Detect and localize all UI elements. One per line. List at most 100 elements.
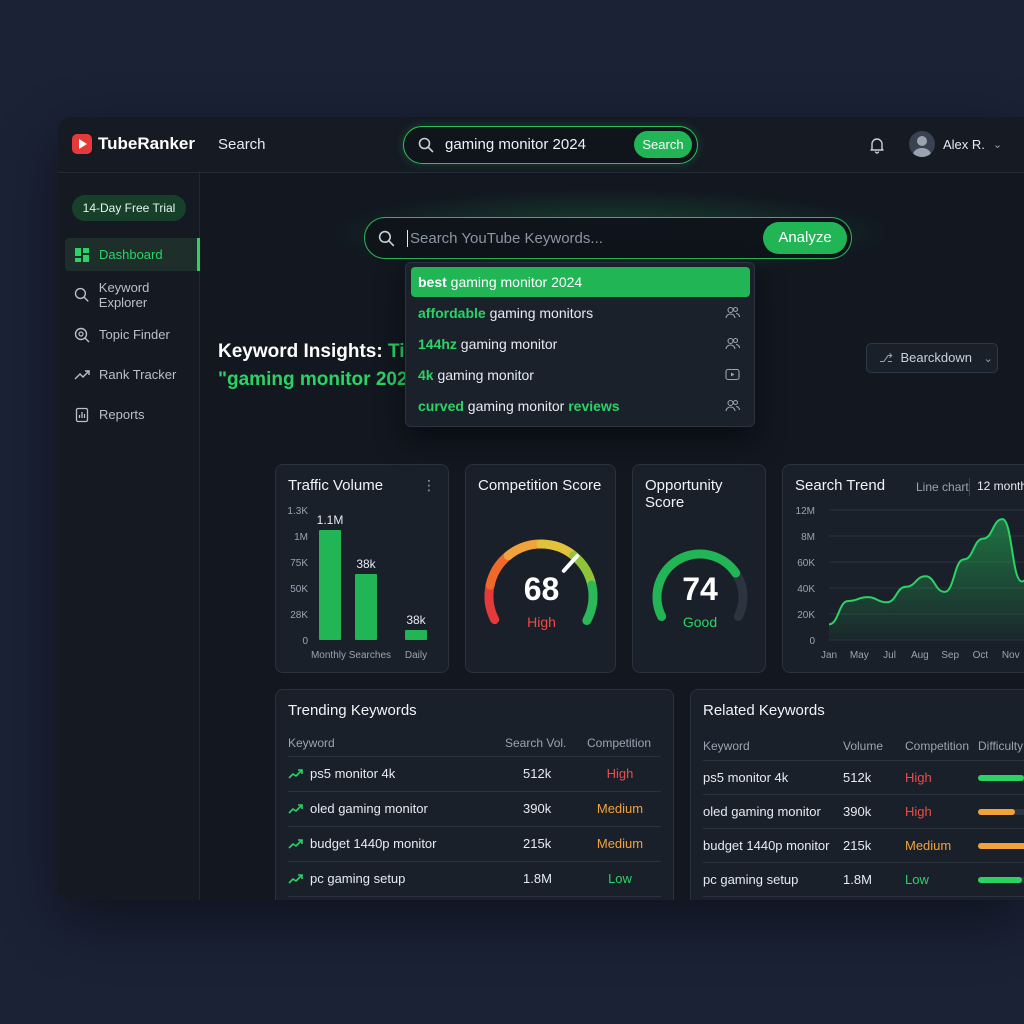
- table-row[interactable]: budget 1440p monitor 215k Medium: [691, 829, 1024, 862]
- keyword-search-input[interactable]: Search YouTube Keywords...: [407, 230, 603, 247]
- table-row[interactable]: ps5 monitor 4k 512k High: [276, 757, 675, 791]
- suggestion-highlight: curved: [418, 398, 464, 414]
- column-header[interactable]: Search Vol.: [505, 736, 566, 750]
- x-tick-label: Daily: [405, 650, 427, 661]
- column-header[interactable]: Competition: [905, 739, 969, 753]
- trend-up-icon: [288, 874, 303, 884]
- column-header[interactable]: Difficulty: [978, 739, 1023, 753]
- top-search-input[interactable]: gaming monitor 2024: [445, 136, 586, 153]
- search-trend-card: Search Trend Line chart 12 months ⌄ 12M8…: [782, 464, 1024, 673]
- user-name: Alex R.: [943, 136, 985, 152]
- breakdown-dropdown[interactable]: ⎇ Bearckdown ⌄: [866, 343, 998, 373]
- chevron-down-icon: ⌄: [983, 353, 993, 365]
- bar: [405, 630, 427, 640]
- card-title: Trending Keywords: [288, 702, 417, 719]
- search-icon: [74, 287, 89, 302]
- column-header[interactable]: Volume: [843, 739, 883, 753]
- table-row[interactable]: monitors for xbox series x330kHigh: [276, 897, 675, 900]
- competition-cell: High: [905, 770, 932, 785]
- suggestion-item[interactable]: affordable gaming monitors: [411, 298, 750, 328]
- page-title-accent: Ti: [387, 341, 405, 362]
- trial-badge[interactable]: 14-Day Free Trial: [72, 195, 186, 221]
- y-tick-label: 40K: [797, 584, 815, 595]
- suggestion-text: gaming monitor: [433, 367, 534, 383]
- table-row[interactable]: pc gaming setup 1.8M Low: [691, 863, 1024, 896]
- analyze-button[interactable]: Analyze: [763, 222, 847, 254]
- suggestion-item[interactable]: 144hz gaming monitor: [411, 329, 750, 359]
- keyword-cell[interactable]: ps5 monitor 4k: [703, 770, 788, 785]
- page-title-text: Keyword Insights:: [218, 341, 388, 362]
- trend-area: [829, 519, 1024, 640]
- y-tick-label: 50K: [290, 584, 308, 595]
- keyword-cell[interactable]: pc gaming setup: [310, 871, 405, 886]
- sidebar-item-label: Rank Tracker: [99, 367, 177, 382]
- sidebar-item-topic-finder[interactable]: Topic Finder: [65, 318, 200, 351]
- x-tick-label: Oct: [973, 650, 989, 661]
- volume-cell: 1.8M: [843, 872, 872, 887]
- table-row[interactable]: budget 1440p monitor 215k Medium: [276, 827, 675, 861]
- trend-up-icon: [288, 839, 303, 849]
- table-row[interactable]: oled gaming monitor 390k High: [691, 795, 1024, 828]
- sidebar-item-rank-tracker[interactable]: Rank Tracker: [65, 358, 200, 391]
- opportunity-gauge: [652, 549, 748, 622]
- top-search-button[interactable]: Search: [634, 131, 692, 158]
- gauge-label: High: [527, 614, 556, 630]
- sidebar-item-reports[interactable]: Reports: [65, 398, 200, 431]
- table-row[interactable]: ps5 monitor 4k 512k High: [691, 761, 1024, 794]
- keyword-search-bar[interactable]: Search YouTube Keywords... Analyze: [364, 217, 852, 259]
- x-tick-label: Jul: [883, 650, 896, 661]
- table-row[interactable]: monitors for xbox330kHigh: [691, 897, 1024, 900]
- difficulty-fill: [978, 877, 1023, 883]
- table-row[interactable]: pc gaming setup 1.8M Low: [276, 862, 675, 896]
- keyword-cell[interactable]: oled gaming monitor: [703, 804, 821, 819]
- competition-cell: Medium: [596, 801, 644, 816]
- suggestion-item[interactable]: 4k gaming monitor: [411, 360, 750, 390]
- bell-icon[interactable]: [868, 136, 886, 154]
- competition-gauge: [484, 539, 598, 626]
- keyword-cell[interactable]: budget 1440p monitor: [310, 836, 436, 851]
- column-header[interactable]: Keyword: [288, 736, 335, 750]
- bar-value-label: 1.1M: [317, 513, 344, 527]
- user-menu[interactable]: Alex R. ⌄: [909, 131, 1002, 157]
- competition-cell: Medium: [596, 836, 644, 851]
- table-row[interactable]: oled gaming monitor 390k Medium: [276, 792, 675, 826]
- traffic-bar-chart: 1.3K 1M 75K 50K 28K 0 1.1M 38k 38k Monthly Search…: [287, 506, 427, 661]
- keyword-cell[interactable]: oled gaming monitor: [310, 801, 428, 816]
- column-header[interactable]: Keyword: [703, 739, 750, 753]
- search-icon: [378, 230, 395, 247]
- traffic-volume-card: Traffic Volume ⋮ 1.3K 1M 75K 50K 28K 0 1.1M 38k…: [275, 464, 449, 673]
- competition-cell: High: [905, 804, 932, 819]
- sidebar-item-label: Reports: [99, 407, 145, 422]
- suggestion-highlight: 144hz: [418, 336, 457, 352]
- difficulty-fill: [978, 809, 1016, 815]
- trend-up-icon: [288, 804, 303, 814]
- sidebar-item-dashboard[interactable]: Dashboard: [65, 238, 200, 271]
- difficulty-bar: [978, 877, 1024, 883]
- y-tick-label: 28K: [290, 610, 308, 621]
- sidebar: 14-Day Free Trial Dashboard Keyword Expl…: [58, 173, 200, 900]
- volume-cell: 390k: [843, 804, 872, 819]
- bar: [355, 574, 377, 640]
- difficulty-fill: [978, 775, 1024, 781]
- competition-cell: Low: [608, 871, 632, 886]
- top-search-bar[interactable]: gaming monitor 2024 Search: [403, 126, 698, 164]
- trend-up-icon: [288, 769, 303, 779]
- suggestion-item[interactable]: best gaming monitor 2024: [411, 267, 750, 297]
- column-header[interactable]: Competition: [587, 736, 651, 750]
- suggestion-item[interactable]: curved gaming monitor reviews: [411, 391, 750, 421]
- volume-cell: 390k: [523, 801, 552, 816]
- filter-icon: ⎇: [879, 351, 893, 365]
- sidebar-item-label: Topic Finder: [99, 327, 170, 342]
- keyword-cell[interactable]: budget 1440p monitor: [703, 838, 829, 853]
- chevron-down-icon: ⌄: [992, 138, 1003, 151]
- app-name: TubeRanker: [98, 134, 195, 153]
- app-logo[interactable]: TubeRanker: [72, 134, 195, 154]
- sidebar-item-keyword-explorer[interactable]: Keyword Explorer: [65, 278, 200, 311]
- keyword-cell[interactable]: pc gaming setup: [703, 872, 798, 887]
- search-icon: [418, 137, 434, 153]
- bar-value-label: 38k: [406, 613, 426, 627]
- report-icon: [75, 407, 89, 422]
- keyword-cell[interactable]: ps5 monitor 4k: [310, 766, 395, 781]
- sidebar-item-label: Keyword Explorer: [98, 279, 150, 310]
- users-icon: [725, 399, 740, 412]
